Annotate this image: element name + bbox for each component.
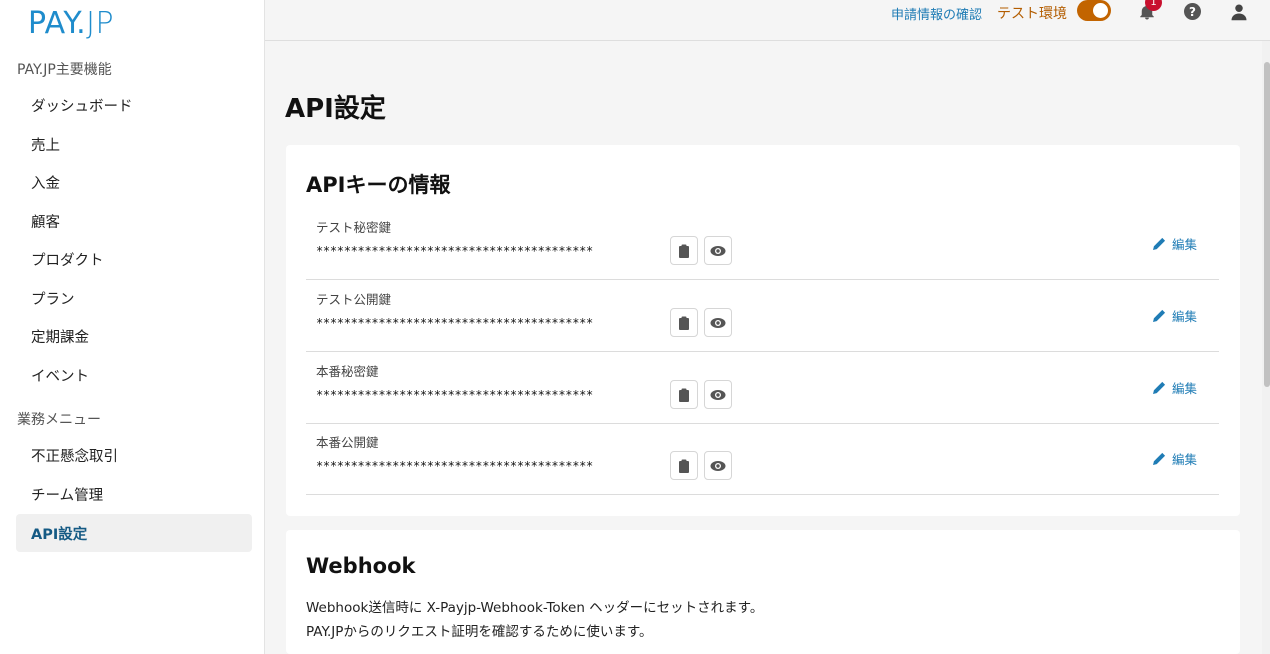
edit-label: 編集 xyxy=(1172,452,1198,467)
test-env-toggle[interactable] xyxy=(1077,0,1111,21)
eye-icon xyxy=(710,389,726,400)
page-title: API設定 xyxy=(285,94,386,124)
copy-button[interactable] xyxy=(670,308,698,337)
section-label-business: 業務メニュー xyxy=(17,412,101,428)
pencil-icon xyxy=(1153,452,1166,465)
pencil-icon xyxy=(1153,309,1166,322)
help-icon[interactable]: ? xyxy=(1184,3,1201,20)
scrollbar-thumb[interactable] xyxy=(1264,62,1270,387)
pencil-icon xyxy=(1153,381,1166,394)
webhook-title: Webhook xyxy=(306,554,416,578)
sidebar-item-fraud[interactable]: 不正懸念取引 xyxy=(16,436,252,474)
edit-label: 編集 xyxy=(1172,237,1198,252)
webhook-description-1: Webhook送信時に X-Payjp-Webhook-Token ヘッダーにセ… xyxy=(306,600,764,616)
edit-link[interactable]: 編集 xyxy=(1153,234,1197,253)
toggle-knob xyxy=(1093,3,1108,18)
sidebar-item-api-settings[interactable]: API設定 xyxy=(16,514,252,552)
reveal-button[interactable] xyxy=(704,451,732,480)
copy-button[interactable] xyxy=(670,451,698,480)
reveal-button[interactable] xyxy=(704,380,732,409)
topbar: 申請情報の確認 テスト環境 1 ? xyxy=(265,0,1270,41)
key-label: テスト公開鍵 xyxy=(316,292,392,307)
reveal-button[interactable] xyxy=(704,236,732,265)
clipboard-icon xyxy=(679,244,689,258)
edit-label: 編集 xyxy=(1172,309,1198,324)
key-row-test-public: テスト公開鍵 *********************************… xyxy=(306,280,1219,352)
key-row-live-secret: 本番秘密鍵 **********************************… xyxy=(306,352,1219,424)
key-row-test-secret: テスト秘密鍵 *********************************… xyxy=(306,208,1219,280)
key-value: **************************************** xyxy=(316,459,593,473)
sidebar-item-customers[interactable]: 顧客 xyxy=(16,202,252,240)
clipboard-icon xyxy=(679,388,689,402)
sidebar-item-dashboard[interactable]: ダッシュボード xyxy=(16,86,252,124)
clipboard-icon xyxy=(679,316,689,330)
webhook-description-2: PAY.JPからのリクエスト証明を確認するために使います。 xyxy=(306,624,653,640)
sidebar-item-team[interactable]: チーム管理 xyxy=(16,475,252,513)
edit-link[interactable]: 編集 xyxy=(1153,306,1197,325)
key-label: テスト秘密鍵 xyxy=(316,220,392,235)
env-label: テスト環境 xyxy=(997,6,1067,22)
edit-label: 編集 xyxy=(1172,381,1198,396)
eye-icon xyxy=(710,460,726,471)
user-icon[interactable] xyxy=(1230,2,1248,22)
webhook-card: Webhook Webhook送信時に X-Payjp-Webhook-Toke… xyxy=(286,530,1240,654)
application-info-link[interactable]: 申請情報の確認 xyxy=(891,4,982,23)
sidebar-item-subscriptions[interactable]: 定期課金 xyxy=(16,317,252,355)
eye-icon xyxy=(710,245,726,256)
edit-link[interactable]: 編集 xyxy=(1153,378,1197,397)
key-label: 本番公開鍵 xyxy=(316,435,379,450)
sidebar: PAY.JP PAY.JP主要機能 ダッシュボード 売上 入金 顧客 プロダクト… xyxy=(0,0,265,654)
eye-icon xyxy=(710,317,726,328)
clipboard-icon xyxy=(679,459,689,473)
payjp-logo[interactable]: PAY.JP xyxy=(28,6,114,41)
api-keys-card: APIキーの情報 テスト秘密鍵 ************************… xyxy=(286,145,1240,516)
api-keys-title: APIキーの情報 xyxy=(306,173,451,197)
edit-link[interactable]: 編集 xyxy=(1153,449,1197,468)
key-value: **************************************** xyxy=(316,388,593,402)
pencil-icon xyxy=(1153,237,1166,250)
sidebar-item-sales[interactable]: 売上 xyxy=(16,125,252,163)
key-value: **************************************** xyxy=(316,244,593,258)
sidebar-item-events[interactable]: イベント xyxy=(16,356,252,394)
notification-badge: 1 xyxy=(1145,0,1162,11)
copy-button[interactable] xyxy=(670,380,698,409)
key-row-live-public: 本番公開鍵 **********************************… xyxy=(306,423,1219,495)
key-label: 本番秘密鍵 xyxy=(316,364,379,379)
sidebar-item-plans[interactable]: プラン xyxy=(16,279,252,317)
reveal-button[interactable] xyxy=(704,308,732,337)
key-value: **************************************** xyxy=(316,316,593,330)
copy-button[interactable] xyxy=(670,236,698,265)
section-label-main: PAY.JP主要機能 xyxy=(17,62,112,78)
sidebar-item-products[interactable]: プロダクト xyxy=(16,240,252,278)
sidebar-item-deposits[interactable]: 入金 xyxy=(16,163,252,201)
